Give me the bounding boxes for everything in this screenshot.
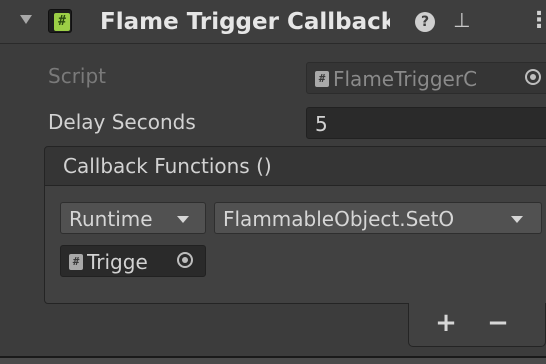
function-dropdown[interactable]: FlammableObject.SetO (214, 202, 542, 234)
delay-seconds-input[interactable]: 5 (306, 107, 546, 139)
object-picker-icon[interactable] (177, 252, 193, 268)
script-icon: # (315, 71, 329, 87)
help-icon[interactable]: ? (415, 12, 435, 32)
remove-listener-button[interactable]: − (478, 306, 518, 340)
presets-icon[interactable]: ⊥ (450, 8, 474, 32)
script-icon: # (69, 254, 83, 270)
script-object-field[interactable]: # FlameTriggerC (306, 62, 546, 94)
unity-event-title: Callback Functions () (63, 154, 272, 178)
target-object-value: Trigge (87, 250, 148, 274)
chevron-down-icon (511, 216, 523, 223)
unity-event-header: Callback Functions () (44, 146, 546, 186)
foldout-arrow-icon[interactable] (20, 15, 32, 24)
context-menu-icon[interactable]: ⋮ (528, 8, 546, 34)
object-picker-icon[interactable] (525, 69, 541, 85)
delay-seconds-value: 5 (315, 112, 328, 136)
inspector-bottom-edge (0, 358, 546, 364)
call-state-value: Runtime (69, 207, 153, 231)
script-label: Script (48, 64, 107, 88)
call-state-dropdown[interactable]: Runtime (60, 202, 206, 234)
add-listener-button[interactable]: + (426, 306, 466, 340)
script-field-value: FlameTriggerC (333, 67, 478, 91)
hash-script-icon: # (54, 13, 70, 31)
target-object-field[interactable]: # Trigge (60, 245, 206, 277)
function-value: FlammableObject.SetO (223, 207, 455, 231)
delay-seconds-label: Delay Seconds (48, 110, 196, 134)
chevron-down-icon (177, 216, 189, 223)
component-title[interactable]: Flame Trigger Callback (100, 7, 390, 37)
